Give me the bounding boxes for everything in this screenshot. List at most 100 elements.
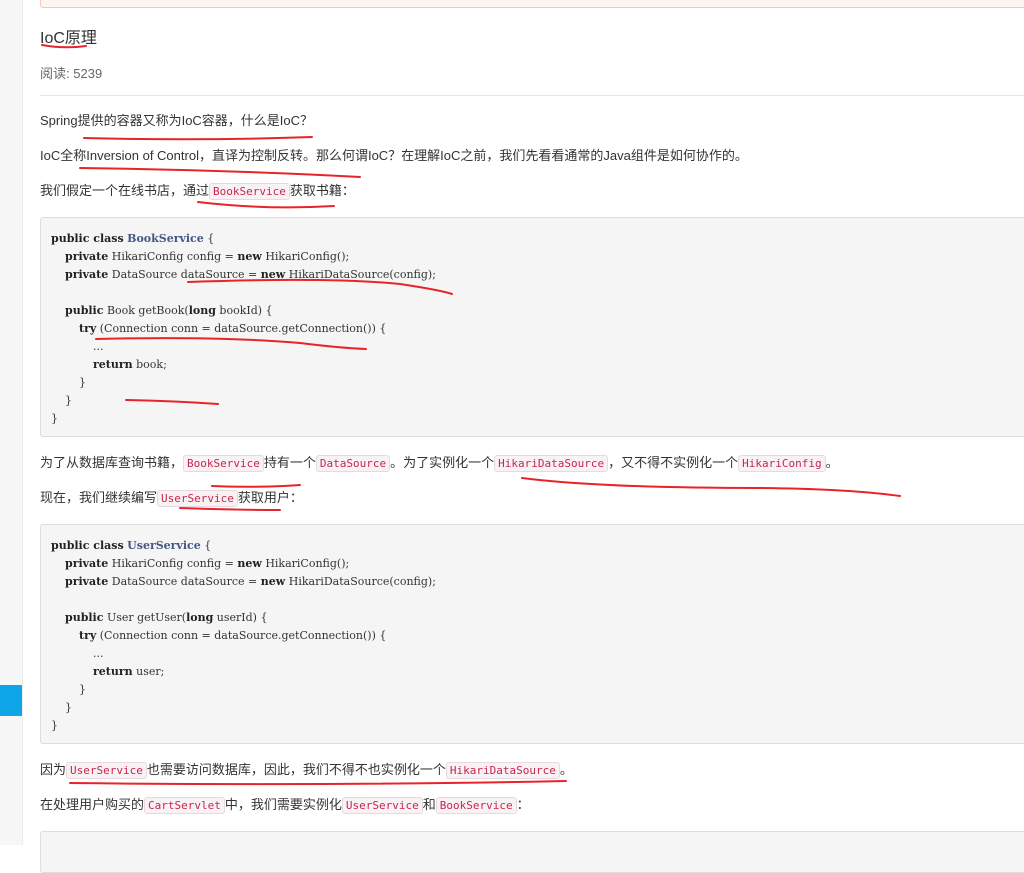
inline-code: HikariConfig — [738, 455, 826, 472]
annotation-underline — [521, 477, 901, 497]
code-token: long — [186, 611, 214, 624]
text: ： — [516, 797, 530, 812]
code-token: ... — [92, 647, 104, 660]
code-text: public class BookService { private Hikar… — [41, 218, 1024, 440]
text: 为了从数据库查询书籍， — [40, 455, 184, 470]
code-token: } — [78, 683, 86, 696]
paragraph-1: Spring提供的容器又称为IoC容器，什么是IoC？ — [40, 113, 314, 128]
code-token: user; — [136, 665, 165, 678]
annotation-underline — [197, 201, 335, 209]
inline-code: UserService — [341, 797, 423, 814]
code-token: BookService — [127, 232, 204, 245]
text: 获取书籍： — [289, 183, 355, 198]
code-token: HikariDataSource(config); — [288, 575, 436, 588]
text: 中，我们需要实例化 — [224, 797, 342, 812]
code-token: private — [65, 575, 109, 588]
text: 和 — [422, 797, 436, 812]
annotation-underline — [83, 136, 313, 141]
code-token: { — [207, 232, 215, 245]
text: 也需要访问数据库，因此，我们不得不也实例化一个 — [146, 762, 446, 777]
code-token: book; — [136, 358, 167, 371]
inline-code: UserService — [66, 762, 147, 779]
text: 现在，我们继续编写 — [40, 490, 158, 505]
code-token: HikariConfig config = — [111, 250, 234, 263]
code-token: public — [65, 304, 104, 317]
code-token: HikariConfig(); — [265, 250, 350, 263]
left-sidebar-strip — [0, 0, 23, 845]
code-token: try — [78, 322, 97, 335]
inline-code: BookService — [209, 183, 290, 200]
code-token: UserService — [127, 539, 201, 552]
code-token: new — [260, 575, 286, 588]
paragraph-6: 因为 UserService 也需要访问数据库，因此，我们不得不也实例化一个 Hika… — [40, 761, 573, 780]
code-token: new — [260, 268, 286, 281]
code-token: public class — [51, 232, 124, 245]
code-token: } — [65, 394, 72, 407]
annotation-underline — [211, 484, 301, 488]
code-token: return — [92, 358, 133, 371]
read-count-label: 阅读: — [40, 66, 70, 81]
inline-code: CartServlet — [144, 797, 225, 814]
paragraph-2: IoC全称Inversion of Control，直译为控制反转。那么何谓Io… — [40, 148, 748, 163]
text: 我们假定一个在线书店，通过 — [40, 183, 210, 198]
code-token: try — [78, 629, 97, 642]
code-token: { — [204, 539, 212, 552]
text: 因为 — [40, 762, 67, 777]
code-token: ... — [92, 340, 104, 353]
paragraph-4: 为了从数据库查询书籍， BookService 持有一个 DataSource 。为了实… — [40, 454, 839, 473]
code-token: User getUser( — [106, 611, 187, 624]
code-token: public — [65, 611, 104, 624]
inline-code: HikariDataSource — [494, 455, 609, 472]
annotation-underline — [69, 780, 567, 786]
code-token: bookId) { — [219, 304, 273, 317]
code-token: (Connection conn = dataSource.getConnect… — [99, 322, 387, 335]
code-token: userId) { — [216, 611, 268, 624]
read-count: 阅读: 5239 — [40, 63, 102, 82]
code-token: public class — [51, 539, 124, 552]
code-token: private — [65, 250, 109, 263]
code-token: (Connection conn = dataSource.getConnect… — [99, 629, 387, 642]
code-token: HikariConfig config = — [111, 557, 234, 570]
text: 。为了实例化一个 — [390, 455, 495, 470]
text: 获取用户： — [237, 490, 303, 505]
paragraph-7: 在处理用户购买的 CartServlet 中，我们需要实例化 UserService 和… — [40, 796, 530, 815]
top-alert-box — [40, 0, 1024, 8]
code-token: HikariConfig(); — [265, 557, 350, 570]
code-block-cartservlet — [40, 831, 1024, 873]
paragraph-3: 我们假定一个在线书店，通过 BookService 获取书籍： — [40, 182, 355, 201]
code-text: public class UserService { private Hikar… — [41, 525, 1024, 747]
code-token: new — [237, 557, 262, 570]
code-token: return — [92, 665, 133, 678]
inline-code: BookService — [435, 797, 517, 814]
code-token: } — [65, 701, 72, 714]
code-block-bookservice: public class BookService { private Hikar… — [40, 217, 1024, 437]
text: 在处理用户购买的 — [40, 797, 145, 812]
paragraph-5: 现在，我们继续编写 UserService 获取用户： — [40, 489, 303, 508]
inline-code: UserService — [157, 490, 238, 507]
read-count-value: 5239 — [73, 66, 103, 81]
text: 。 — [559, 762, 573, 777]
text: ，又不得不实例化一个 — [608, 455, 739, 470]
code-token: DataSource dataSource = — [111, 575, 258, 588]
inline-code: HikariDataSource — [445, 762, 560, 779]
code-token: Book getBook( — [106, 304, 189, 317]
divider — [40, 95, 1024, 96]
inline-code: DataSource — [315, 455, 391, 472]
code-token: private — [65, 268, 109, 281]
code-token: } — [51, 719, 58, 732]
text: 持有一个 — [263, 455, 316, 470]
inline-code: BookService — [183, 455, 264, 472]
code-token: } — [51, 412, 58, 425]
side-feedback-tab[interactable] — [0, 685, 22, 716]
code-token: new — [237, 250, 262, 263]
text: 。 — [825, 455, 839, 470]
code-token: long — [188, 304, 216, 317]
annotation-underline — [79, 167, 361, 178]
code-token: } — [78, 376, 86, 389]
code-token: DataSource dataSource = — [111, 268, 258, 281]
page-title: IoC原理 — [40, 30, 97, 47]
code-token: HikariDataSource(config); — [288, 268, 436, 281]
code-block-userservice: public class UserService { private Hikar… — [40, 524, 1024, 744]
code-token: private — [65, 557, 109, 570]
annotation-underline — [179, 507, 281, 511]
